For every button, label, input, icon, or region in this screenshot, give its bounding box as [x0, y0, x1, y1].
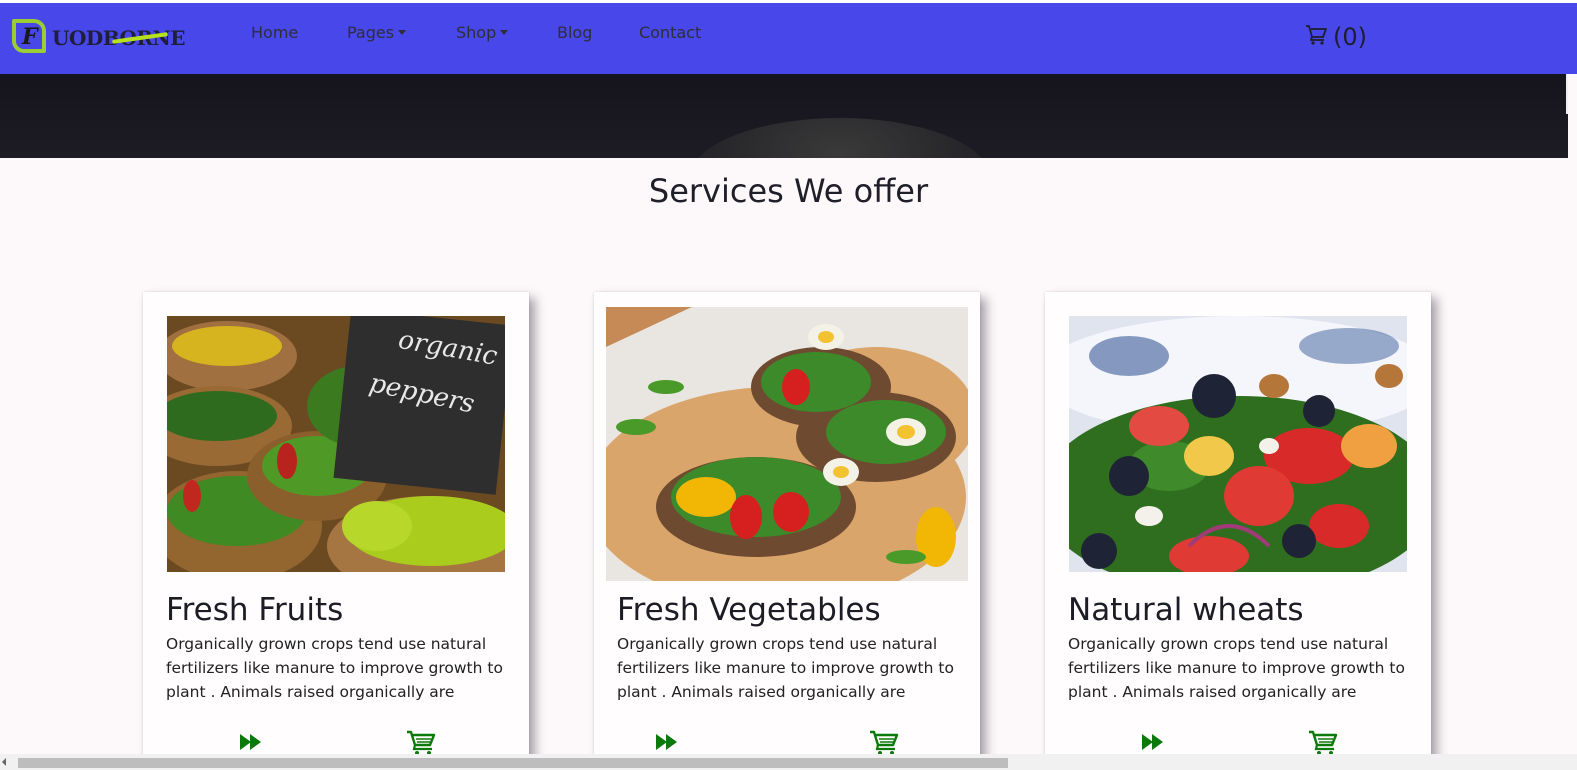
caret-down-icon [398, 30, 407, 35]
cart-icon [407, 730, 436, 755]
service-card-fresh-vegetables: Fresh Vegetables Organically grown crops… [594, 292, 980, 762]
nav-link-shop[interactable]: Shop [456, 23, 509, 42]
hero-object [690, 118, 990, 158]
logo-letter: F [22, 24, 38, 50]
fast-forward-icon [240, 734, 261, 750]
card-title: Fresh Vegetables [617, 592, 881, 628]
nav-link-shop-label: Shop [456, 23, 497, 42]
nav-link-pages-label: Pages [347, 23, 395, 42]
hero-banner-image [0, 74, 1568, 158]
nav-link-pages[interactable]: Pages [347, 23, 407, 42]
service-card-natural-wheats: Natural wheats Organically grown crops t… [1045, 292, 1431, 762]
scroll-left-arrow-icon[interactable] [2, 758, 6, 766]
nav-link-blog[interactable]: Blog [557, 23, 592, 42]
nav-link-contact-label: Contact [639, 23, 702, 42]
card-title: Natural wheats [1068, 592, 1304, 628]
card-description: Organically grown crops tend use natural… [1068, 635, 1405, 701]
fast-forward-icon [1142, 734, 1163, 750]
read-more-button[interactable] [240, 734, 262, 754]
fast-forward-icon [656, 734, 677, 750]
card-image-peppers: organic peppers [167, 316, 505, 572]
card-image-fruit-salad [1069, 316, 1407, 572]
read-more-button[interactable] [656, 734, 678, 754]
read-more-button[interactable] [1142, 734, 1164, 754]
card-description: Organically grown crops tend use natural… [617, 635, 954, 701]
horizontal-scrollbar[interactable] [0, 754, 1577, 770]
scrollbar-thumb[interactable] [18, 758, 1008, 768]
caret-down-icon [500, 30, 509, 35]
vertical-scroll-gutter [1568, 74, 1577, 754]
cart-icon [1309, 730, 1338, 755]
navbar: F UODBORNE Home Pages Shop Blog Contact … [0, 3, 1577, 74]
brand-logo[interactable]: F UODBORNE [12, 17, 202, 61]
card-title: Fresh Fruits [166, 592, 344, 628]
nav-link-contact[interactable]: Contact [639, 23, 701, 42]
card-description: Organically grown crops tend use natural… [166, 635, 503, 701]
service-card-fresh-fruits: organic peppers Fresh Fruits Organically… [143, 292, 529, 762]
nav-link-blog-label: Blog [557, 23, 593, 42]
cart-icon [1306, 25, 1327, 45]
nav-link-home[interactable]: Home [251, 23, 298, 42]
cart-count: (0) [1333, 23, 1367, 51]
cart-icon [870, 730, 899, 755]
nav-link-home-label: Home [251, 23, 299, 42]
section-title: Services We offer [648, 172, 929, 210]
card-image-vegetables [606, 307, 968, 581]
